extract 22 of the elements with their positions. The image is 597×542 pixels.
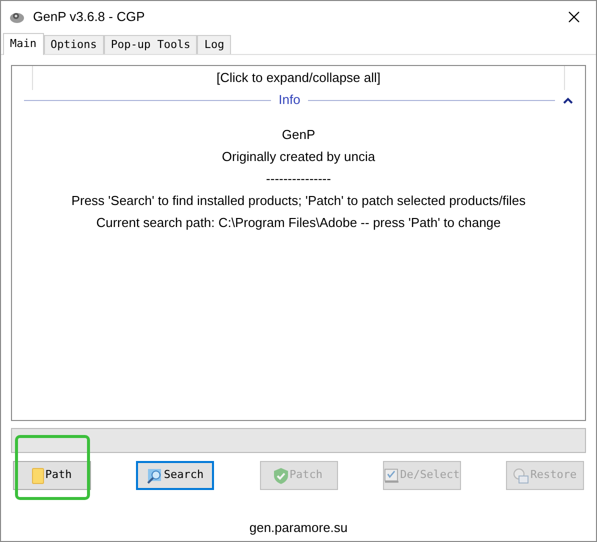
info-text: Originally created by uncia	[222, 148, 376, 165]
tab[interactable]: Options	[44, 35, 104, 54]
checklist-icon	[384, 468, 400, 484]
toolbar-button[interactable]: Search	[136, 461, 214, 490]
close-icon[interactable]	[568, 10, 580, 22]
expand-collapse-link[interactable]: [Click to expand/collapse all]	[216, 68, 381, 88]
search-icon	[146, 468, 163, 484]
window-title: GenP v3.6.8 - CGP	[33, 8, 145, 26]
info-text: GenP	[282, 126, 316, 143]
tab[interactable]: Main	[3, 33, 44, 55]
toolbar-button[interactable]: Path	[13, 461, 91, 490]
folder-icon	[32, 468, 44, 484]
tab[interactable]: Pop-up Tools	[104, 35, 198, 54]
chevron-icon[interactable]	[563, 96, 573, 104]
shield-icon	[274, 468, 288, 484]
info-text: ---------------	[266, 170, 331, 187]
section-header[interactable]: Info	[278, 90, 300, 110]
info-text: Press 'Search' to find installed products; 'Patch' to patch selected products/files	[71, 192, 526, 209]
website-link[interactable]: gen.paramore.su	[249, 518, 348, 538]
tab[interactable]: Log	[197, 35, 232, 54]
info-text: Current search path: C:\Program Files\Adobe -- press 'Path' to change	[96, 214, 501, 231]
restore-icon	[513, 468, 530, 484]
